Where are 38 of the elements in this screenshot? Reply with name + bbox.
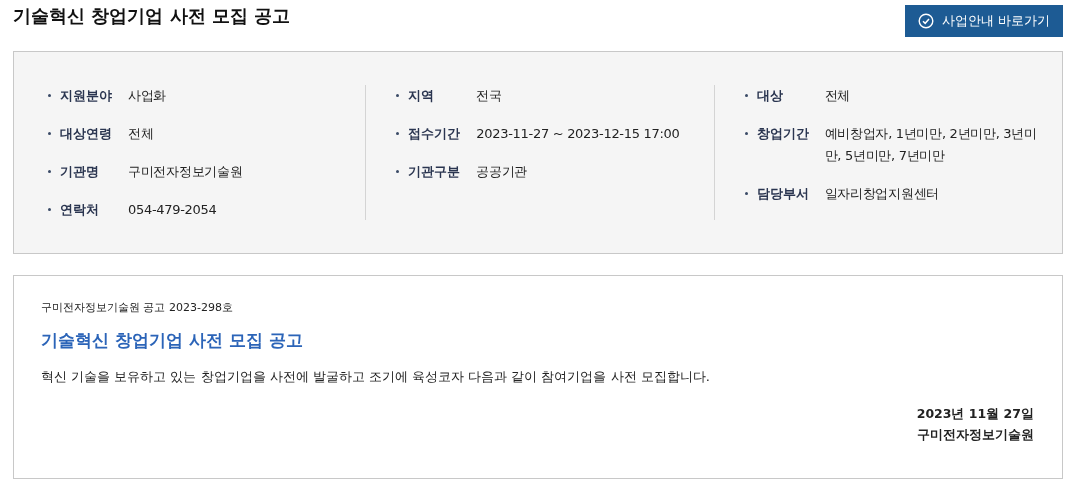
field-label: 담당부서 [756,185,810,203]
field-value: 공공기관 [476,163,529,181]
notice-issuer: 구미전자정보기술원 [917,426,1034,444]
notice-heading: 기술혁신 창업기업 사전 모집 공고 [41,329,304,352]
notice-date: 2023년 11월 27일 [916,405,1034,423]
check-circle-icon [917,13,934,29]
bullet-icon [396,170,400,173]
bullet-icon [396,132,400,135]
field-value: 일자리창업지원센터 [824,185,940,203]
bullet-icon [744,94,748,97]
field-label: 지역 [408,87,436,105]
bullet-icon [744,132,748,135]
field-value: 054-479-2054 [128,201,218,219]
notice-body: 혁신 기술을 보유하고 있는 창업기업을 사전에 발굴하고 조기에 육성코자 다음과 같이 참여기업을 사전 모집합니다. [41,368,711,386]
field-label: 대상연령 [60,125,113,143]
bullet-icon [48,132,51,135]
bullet-icon [48,94,51,97]
field-label: 창업기간 [756,125,810,143]
field-label: 지원분야 [60,87,113,105]
field-value: 사업화 [128,87,168,105]
field-label: 기관구분 [408,163,462,181]
bullet-icon [48,208,51,211]
bullet-icon [744,192,748,195]
field-value: 전체 [128,125,155,143]
field-label: 대상 [756,87,784,105]
field-value: 2023-11-27 ~ 2023-12-15 17:00 [476,125,681,143]
field-value: 구미전자정보기술원 [128,163,244,181]
field-label: 연락처 [60,201,100,219]
shortcut-button[interactable]: 사업안내 바로가기 [904,5,1063,37]
field-label: 접수기간 [408,125,462,143]
field-value: 전체 [824,87,852,105]
field-value: 전국 [476,87,503,105]
page-title: 기술혁신 창업기업 사전 모집 공고 [13,5,291,27]
bullet-icon [48,170,51,173]
field-value: 예비창업자, 1년미만, 2년미만, 3년미만, 5년미만, 7년미만 [824,125,1038,165]
notice-number: 구미전자정보기술원 공고 2023-298호 [41,300,234,316]
field-label: 기관명 [60,163,100,181]
bullet-icon [396,94,400,97]
